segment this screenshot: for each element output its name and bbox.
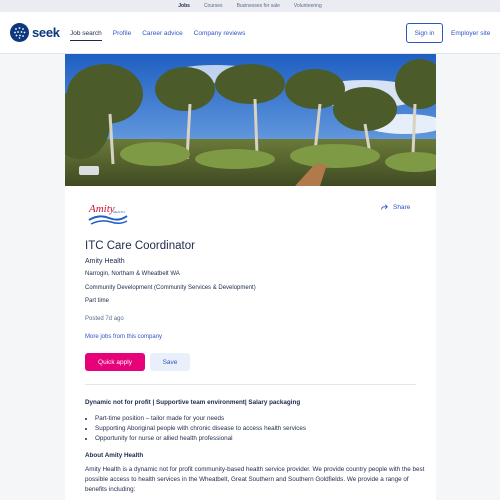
posted-date: Posted 7d ago (85, 316, 124, 322)
about-paragraph: Amity Health is a dynamic not for profit… (85, 466, 425, 493)
company-name[interactable]: Amity Health (85, 258, 125, 265)
list-item: Supporting Aboriginal people with chroni… (95, 424, 306, 434)
strip-link-volunteering[interactable]: Volunteering (294, 3, 322, 9)
job-title: ITC Care Coordinator (85, 240, 195, 252)
company-logo[interactable]: Amity HEALTH (87, 200, 129, 230)
company-banner-image (65, 54, 436, 186)
share-icon (381, 204, 388, 210)
nav-career-advice[interactable]: Career advice (142, 30, 182, 37)
benefits-list: Part-time position – tailor made for you… (95, 414, 306, 444)
top-strip: Jobs Courses Businesses for sale Volunte… (0, 0, 500, 12)
section-divider (85, 384, 416, 385)
share-label: Share (393, 204, 411, 211)
job-card: Amity HEALTH Share ITC Care Coordinator … (65, 54, 436, 500)
nav-job-search[interactable]: Job search (70, 30, 102, 41)
nav-profile[interactable]: Profile (113, 30, 131, 37)
job-work-type: Part time (85, 298, 110, 304)
list-item: Part-time position – tailor made for you… (95, 414, 306, 424)
logo-wordmark: Amity (88, 203, 115, 215)
logo-subtext: HEALTH (113, 210, 125, 214)
job-location: Narrogin, Northam & Wheatbelt WA (85, 271, 180, 277)
about-heading: About Amity Health (85, 452, 144, 459)
site-header: seek Job search Profile Career advice Co… (0, 12, 500, 54)
job-headline: Dynamic not for profit | Supportive team… (85, 399, 301, 406)
list-item: Opportunity for nurse or allied health p… (95, 434, 306, 444)
brand-name: seek (32, 25, 60, 40)
job-classification: Community Development (Community Service… (85, 285, 256, 291)
nav-company-reviews[interactable]: Company reviews (194, 30, 246, 37)
sign-in-button[interactable]: Sign in (406, 23, 443, 43)
strip-link-courses[interactable]: Courses (204, 3, 223, 9)
save-button[interactable]: Save (150, 353, 190, 371)
quick-apply-button[interactable]: Quick apply (85, 353, 145, 371)
seek-logo[interactable]: seek (10, 23, 60, 42)
main-nav: Job search Profile Career advice Company… (70, 12, 245, 54)
more-jobs-link[interactable]: More jobs from this company (85, 334, 162, 340)
strip-link-jobs[interactable]: Jobs (178, 3, 190, 9)
seek-logo-icon (10, 23, 29, 42)
employer-site-link[interactable]: Employer site (451, 23, 490, 43)
strip-link-businesses[interactable]: Businesses for sale (237, 3, 280, 9)
share-button[interactable]: Share (381, 204, 410, 211)
